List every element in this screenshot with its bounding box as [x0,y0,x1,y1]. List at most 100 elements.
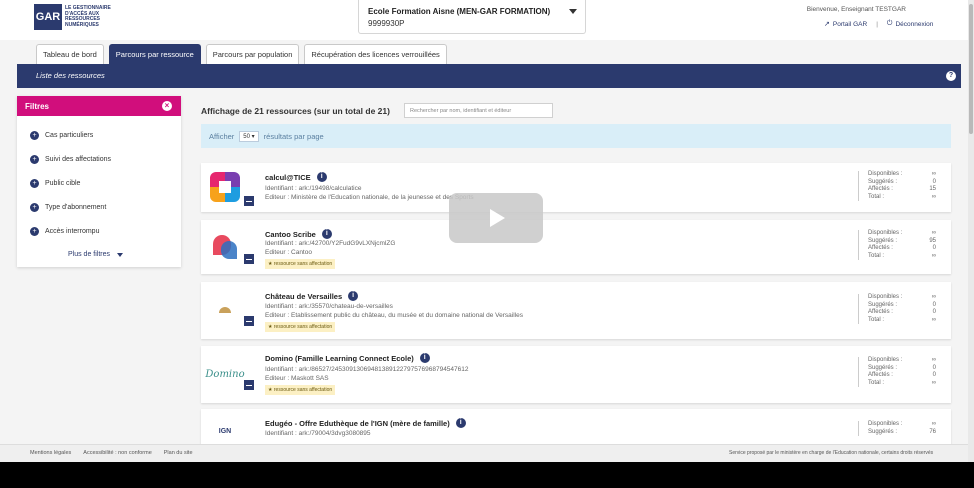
scrollbar-thumb[interactable] [969,4,973,134]
tab-by-population[interactable]: Parcours par population [205,44,300,64]
portal-link[interactable]: Portail GAR [833,21,867,28]
link-separator: | [876,20,878,28]
info-icon[interactable]: i [321,229,332,239]
legal-link[interactable]: Mentions légales [30,450,71,456]
resource-card[interactable]: calcul@TICE i Identifiant : ark:/19498/ca… [201,163,951,212]
stat-available: ∞ [931,294,936,300]
filter-subscription-type[interactable]: + Type d'abonnement [30,203,106,212]
resource-identifier: Identifiant : ark:/42700/Y2FudG9vLXNjcml… [265,240,396,247]
domino-logo-icon: Domino [205,368,245,380]
status-badge: ★ ressource sans affectation [265,385,336,395]
resource-identifier: Identifiant : ark:/79004/3dvg3080895 [265,430,371,437]
stat-label: Affectés : [868,186,893,193]
resource-title[interactable]: Edugéo - Offre Eduthèque de l'IGN (mère … [265,418,466,428]
stat-label: Disponibles : [868,230,903,236]
stat-total: ∞ [931,252,936,259]
collapse-icon[interactable] [244,196,254,206]
resource-publisher: Editeur : Maskott SAS [265,375,329,382]
resource-card[interactable]: Château de Versailles i Identifiant : ark… [201,282,951,339]
filters-title: Filtres [25,101,50,111]
resource-title[interactable]: Château de Versailles i [265,291,359,301]
filters-header: Filtres × [17,96,181,116]
tab-dashboard[interactable]: Tableau de bord [36,44,104,64]
external-link-icon: ↗ [824,21,830,28]
resource-card[interactable]: IGN Edugéo - Offre Eduthèque de l'IGN (m… [201,409,951,449]
resource-card[interactable]: Cantoo Scribe i Identifiant : ark:/42700/… [201,220,951,274]
school-selector[interactable]: Ecole Formation Aisne (MEN-GAR FORMATION… [358,0,586,34]
info-icon[interactable]: i [348,291,359,301]
plus-icon: + [30,203,39,212]
stat-label: Affectés : [868,309,893,316]
stat-assigned: 0 [932,245,936,252]
per-page-suffix: résultats par page [263,131,324,141]
school-code: 9999930P [368,19,405,28]
stat-suggested: 95 [929,237,936,244]
help-icon[interactable]: ? [946,71,956,81]
stat-label: Disponibles : [868,294,903,300]
plus-icon: + [30,131,39,140]
info-icon[interactable]: i [316,172,327,182]
resource-title-text: Edugéo - Offre Eduthèque de l'IGN (mère … [265,418,450,428]
resource-title[interactable]: calcul@TICE i [265,172,327,182]
filter-special-cases[interactable]: + Cas particuliers [30,131,93,140]
stat-label: Total : [868,252,885,259]
tab-locked-licenses[interactable]: Récupération des licences verrouillées [304,44,447,64]
breadcrumb: Liste des ressources [36,71,105,80]
stat-assigned: 0 [932,309,936,316]
versailles-logo-icon [219,307,231,313]
collapse-icon[interactable] [244,316,254,326]
more-filters-button[interactable]: Plus de filtres [68,251,124,258]
power-icon: ⏻ [886,20,893,27]
resource-title[interactable]: Cantoo Scribe i [265,229,332,239]
welcome-text: Bienvenue, Enseignant TESTGAR [806,6,906,13]
collapse-icon[interactable] [244,254,254,264]
sitemap-link[interactable]: Plan du site [164,450,193,456]
close-icon[interactable]: × [162,101,172,111]
status-badge: ★ ressource sans affectation [265,259,336,269]
resource-logo [207,229,243,265]
filter-assignment-tracking[interactable]: + Suivi des affectations [30,155,111,164]
collapse-icon[interactable] [244,380,254,390]
resource-title[interactable]: Domino (Famille Learning Connect Ecole) i [265,353,430,363]
resource-logo: Domino [205,356,245,392]
logout-link[interactable]: Déconnexion [895,21,933,28]
resource-publisher: Editeur : Etablissement public du châtea… [265,312,523,319]
per-page-bar: Afficher 50 ▾ résultats par page [201,124,951,148]
per-page-select[interactable]: 50 ▾ [239,130,259,142]
resource-identifier: Identifiant : ark:/19498/calculatice [265,185,362,192]
search-input[interactable]: Rechercher par nom, identifiant et édite… [404,103,553,118]
app-window: GAR LE GESTIONNAIRE D'ACCÈS AUX RESSOURC… [0,0,968,462]
results-summary: Affichage de 21 ressources (sur un total… [201,106,390,116]
logo-text: LE GESTIONNAIRE D'ACCÈS AUX RESSOURCES N… [65,5,111,28]
badge-text: ressource sans affectation [273,387,333,393]
per-page-prefix: Afficher [209,131,235,141]
info-icon[interactable]: i [455,418,466,428]
stat-label: Suggérés : [868,178,898,185]
scrollbar[interactable] [968,0,974,462]
info-icon[interactable]: i [419,353,430,363]
filter-interrupted-access[interactable]: + Accès interrompu [30,227,99,236]
filter-label: Public cible [45,180,81,187]
plus-icon: + [30,155,39,164]
stat-label: Disponibles : [868,357,903,363]
accessibility-link[interactable]: Accessibilité : non conforme [83,450,151,456]
calculatice-logo-icon [210,172,240,202]
header-links: ↗ Portail GAR | ⏻ Déconnexion [824,20,933,28]
filters-panel: Filtres × + Cas particuliers + Suivi des a… [17,96,181,267]
gar-logo[interactable]: GAR LE GESTIONNAIRE D'ACCÈS AUX RESSOURC… [34,4,124,30]
footer-credit: Service proposé par le ministère en char… [729,450,934,456]
stat-label: Suggérés : [868,364,898,371]
video-play-button[interactable] [449,193,543,243]
stat-label: Total : [868,316,885,323]
tab-by-resource[interactable]: Parcours par ressource [108,44,201,64]
resource-card[interactable]: Domino Domino (Famille Learning Connect … [201,346,951,403]
resource-logo [207,292,243,328]
filter-label: Cas particuliers [45,132,94,139]
stat-label: Total : [868,193,885,200]
stat-suggested: 0 [932,364,936,371]
stat-total: ∞ [931,193,936,200]
resource-title-text: Domino (Famille Learning Connect Ecole) [265,353,414,363]
stat-available: ∞ [931,171,936,177]
stat-label: Suggérés : [868,301,898,308]
filter-target-audience[interactable]: + Public cible [30,179,80,188]
